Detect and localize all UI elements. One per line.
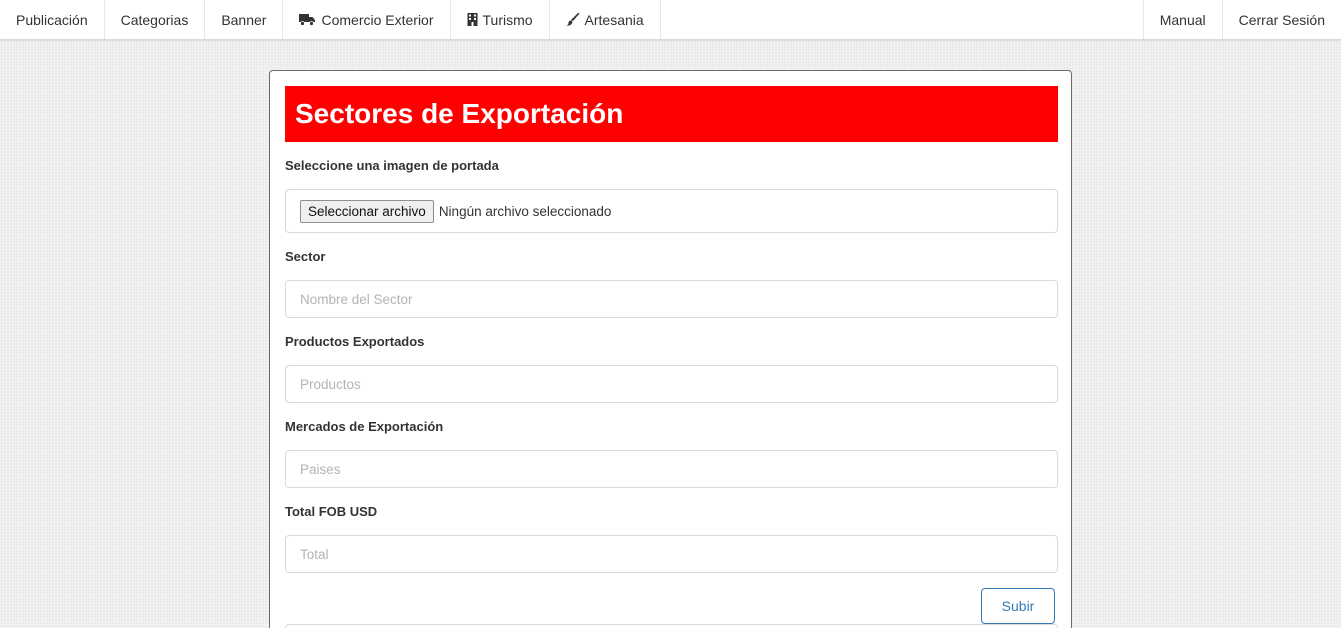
nav-item-manual[interactable]: Manual <box>1142 0 1222 39</box>
sector-label: Sector <box>285 249 326 264</box>
select-file-button[interactable]: Seleccionar archivo <box>300 199 434 223</box>
nav-item-cerrar-sesion[interactable]: Cerrar Sesión <box>1221 0 1341 39</box>
form-title: Sectores de Exportación <box>285 86 1058 142</box>
building-icon <box>467 13 478 26</box>
submit-button[interactable]: Subir <box>981 588 1055 624</box>
file-status-text: Ningún archivo seleccionado <box>438 203 612 219</box>
markets-label: Mercados de Exportación <box>285 419 444 434</box>
export-sector-form-panel: Sectores de Exportación Seleccione una i… <box>269 70 1072 628</box>
nav-item-label: Banner <box>221 11 267 28</box>
products-label: Productos Exportados <box>285 334 425 349</box>
nav-item-label: Artesania <box>584 11 644 28</box>
cover-image-file-input: Seleccionar archivo Ningún archivo selec… <box>285 189 1058 233</box>
nav-item-banner[interactable]: Banner <box>205 0 284 39</box>
top-navbar: Publicación Categorias Banner Comercio E… <box>0 0 1341 40</box>
nav-item-categorias[interactable]: Categorias <box>105 0 206 39</box>
results-area <box>285 624 1058 628</box>
nav-item-comercio-exterior[interactable]: Comercio Exterior <box>283 0 451 39</box>
paintbrush-icon <box>566 13 580 26</box>
navbar-left-group: Publicación Categorias Banner Comercio E… <box>0 0 661 39</box>
total-fob-input[interactable] <box>285 535 1058 573</box>
markets-input[interactable] <box>285 450 1058 488</box>
nav-item-label: Comercio Exterior <box>321 11 434 28</box>
cover-image-label: Seleccione una imagen de portada <box>285 158 499 173</box>
total-fob-label: Total FOB USD <box>285 504 378 519</box>
nav-item-label: Cerrar Sesión <box>1238 11 1325 28</box>
products-input[interactable] <box>285 365 1058 403</box>
nav-item-turismo[interactable]: Turismo <box>451 0 550 39</box>
navbar-right-group: Manual Cerrar Sesión <box>1142 0 1341 39</box>
nav-item-label: Manual <box>1159 11 1206 28</box>
sector-input[interactable] <box>285 280 1058 318</box>
nav-item-label: Publicación <box>16 11 88 28</box>
truck-icon <box>299 13 316 26</box>
nav-item-publicacion[interactable]: Publicación <box>0 0 105 39</box>
nav-item-artesania[interactable]: Artesania <box>550 0 661 39</box>
nav-item-label: Turismo <box>482 11 533 28</box>
nav-item-label: Categorias <box>120 11 189 28</box>
